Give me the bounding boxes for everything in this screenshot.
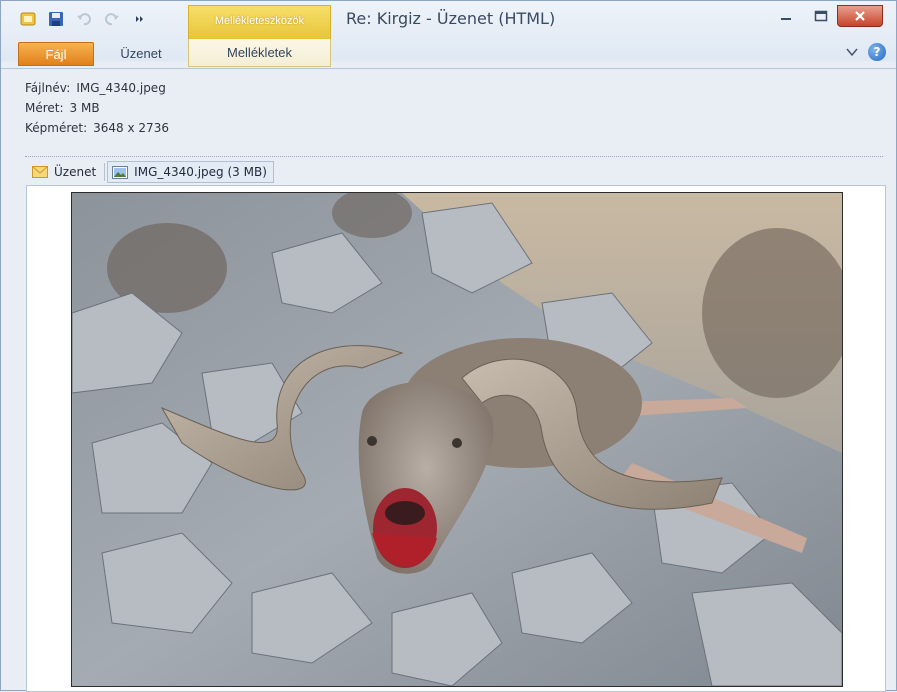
- size-label: Méret:: [25, 101, 64, 115]
- minimize-icon: [781, 18, 791, 20]
- filename-row: Fájlnév: IMG_4340.jpeg: [25, 78, 169, 98]
- maximize-icon: [814, 10, 828, 22]
- minimize-button[interactable]: [769, 5, 803, 27]
- close-icon: [855, 11, 865, 21]
- quick-access-toolbar: [19, 10, 149, 28]
- ribbon-right-controls: ?: [846, 43, 886, 61]
- size-row: Méret: 3 MB: [25, 98, 169, 118]
- header-divider: [25, 156, 883, 157]
- close-button[interactable]: [837, 5, 883, 27]
- attachment-strip: Üzenet IMG_4340.jpeg (3 MB): [28, 159, 274, 185]
- size-value: 3 MB: [69, 101, 100, 115]
- title-bar: Mellékleteszközök Re: Kirgiz - Üzenet (H…: [1, 1, 896, 41]
- context-tab-group-label: Mellékleteszközök: [214, 15, 305, 27]
- ribbon-divider: [1, 68, 896, 69]
- tab-file[interactable]: Fájl: [18, 42, 94, 66]
- undo-icon[interactable]: [75, 10, 93, 28]
- outlook-app-icon[interactable]: [19, 10, 37, 28]
- dimensions-label: Képméret:: [25, 121, 88, 135]
- filename-value: IMG_4340.jpeg: [76, 81, 166, 95]
- help-icon[interactable]: ?: [868, 43, 886, 61]
- ribbon-tabs: Fájl Üzenet Mellékletek ?: [1, 39, 896, 69]
- dimensions-row: Képméret: 3648 x 2736: [25, 118, 169, 138]
- outlook-message-window: Mellékleteszközök Re: Kirgiz - Üzenet (H…: [0, 0, 897, 692]
- context-tab-group: Mellékleteszközök: [188, 5, 331, 39]
- attachment-image-label: IMG_4340.jpeg (3 MB): [134, 165, 267, 179]
- tab-message[interactable]: Üzenet: [101, 42, 181, 66]
- window-title: Re: Kirgiz - Üzenet (HTML): [346, 9, 556, 28]
- filename-label: Fájlnév:: [25, 81, 71, 95]
- maximize-button[interactable]: [804, 5, 838, 27]
- attachment-message[interactable]: Üzenet: [28, 161, 102, 183]
- redo-icon[interactable]: [103, 10, 121, 28]
- attachment-message-label: Üzenet: [54, 165, 97, 179]
- dimensions-value: 3648 x 2736: [93, 121, 169, 135]
- attachment-image[interactable]: IMG_4340.jpeg (3 MB): [107, 161, 274, 183]
- photo-image: [72, 193, 842, 686]
- tab-attachments[interactable]: Mellékletek: [188, 39, 331, 67]
- save-icon[interactable]: [47, 10, 65, 28]
- envelope-icon: [32, 166, 48, 178]
- preview-photo: [71, 192, 843, 687]
- minimize-ribbon-icon[interactable]: [846, 47, 858, 57]
- attachment-info: Fájlnév: IMG_4340.jpeg Méret: 3 MB Képmére…: [25, 78, 169, 138]
- customize-toolbar-icon[interactable]: [131, 10, 149, 28]
- attachment-preview-pane: [26, 185, 886, 692]
- image-file-icon: [112, 165, 129, 179]
- attachment-separator: [104, 163, 106, 181]
